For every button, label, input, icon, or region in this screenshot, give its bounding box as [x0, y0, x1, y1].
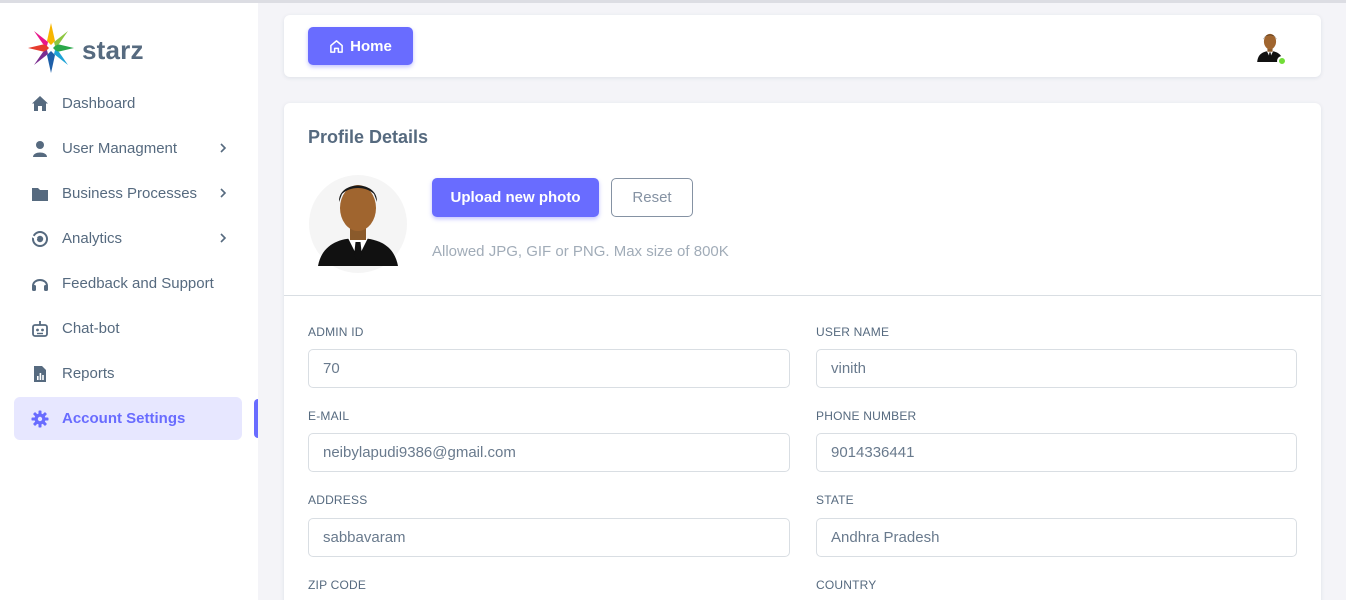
analytics-icon [30, 229, 50, 249]
user-name-field[interactable] [816, 349, 1297, 388]
home-button[interactable]: Home [308, 27, 413, 65]
sidebar-menu: Dashboard User Managment Business Proces… [14, 82, 242, 442]
sidebar-item-business-processes[interactable]: Business Processes [14, 172, 242, 215]
sidebar-item-label: Dashboard [62, 95, 136, 112]
admin-id-field[interactable] [308, 349, 790, 388]
sidebar-item-label: Reports [62, 365, 115, 382]
sidebar-item-user-managment[interactable]: User Managment [14, 127, 242, 170]
home-icon [30, 94, 50, 114]
sidebar-item-label: Business Processes [62, 185, 198, 202]
upload-photo-button[interactable]: Upload new photo [432, 178, 599, 217]
reset-button[interactable]: Reset [611, 178, 693, 217]
active-menu-indicator [254, 399, 258, 438]
home-outline-icon [330, 39, 344, 53]
gear-icon [30, 409, 50, 429]
user-name-label: USER NAME [816, 325, 890, 339]
chevron-right-icon [216, 141, 230, 155]
brand-name: starz [82, 35, 144, 65]
sidebar-item-label: Account Settings [62, 410, 186, 427]
chevron-right-icon [216, 231, 230, 245]
admin-id-label: ADMIN ID [308, 325, 364, 339]
address-label: ADDRESS [308, 493, 368, 507]
starz-logo-icon [28, 23, 74, 78]
card-divider [284, 295, 1321, 296]
sidebar: starz Dashboard User Managment Business … [0, 3, 258, 600]
card-title: Profile Details [308, 127, 429, 147]
user-icon [30, 139, 50, 159]
email-field[interactable] [308, 433, 790, 472]
country-label: COUNTRY [816, 578, 877, 592]
state-field[interactable] [816, 518, 1297, 557]
brand[interactable]: starz [28, 23, 144, 78]
sidebar-item-label: User Managment [62, 140, 178, 157]
sidebar-item-label: Feedback and Support [62, 275, 214, 292]
folder-icon [30, 184, 50, 204]
profile-card: Profile Details Upload new photo Reset A… [284, 103, 1321, 600]
sidebar-item-chat-bot[interactable]: Chat-bot [14, 307, 242, 350]
report-icon [30, 364, 50, 384]
phone-number-label: PHONE NUMBER [816, 409, 917, 423]
online-status-dot [1277, 56, 1287, 66]
phone-number-field[interactable] [816, 433, 1297, 472]
home-button-label: Home [350, 37, 392, 55]
profile-photo [308, 174, 408, 274]
sidebar-item-analytics[interactable]: Analytics [14, 217, 242, 260]
sidebar-item-label: Analytics [62, 230, 123, 247]
sidebar-item-dashboard[interactable]: Dashboard [14, 82, 242, 125]
robot-icon [30, 319, 50, 339]
top-navbar: Home [284, 15, 1321, 77]
sidebar-item-account-settings[interactable]: Account Settings [14, 397, 242, 440]
upload-hint: Allowed JPG, GIF or PNG. Max size of 800… [432, 243, 729, 260]
email-label: E-MAIL [308, 409, 350, 423]
state-label: STATE [816, 493, 854, 507]
chevron-right-icon [216, 186, 230, 200]
sidebar-item-reports[interactable]: Reports [14, 352, 242, 395]
sidebar-item-feedback-and-support[interactable]: Feedback and Support [14, 262, 242, 305]
headset-icon [30, 274, 50, 294]
address-field[interactable] [308, 518, 790, 557]
sidebar-item-label: Chat-bot [62, 320, 120, 337]
zip-code-label: ZIP CODE [308, 578, 367, 592]
